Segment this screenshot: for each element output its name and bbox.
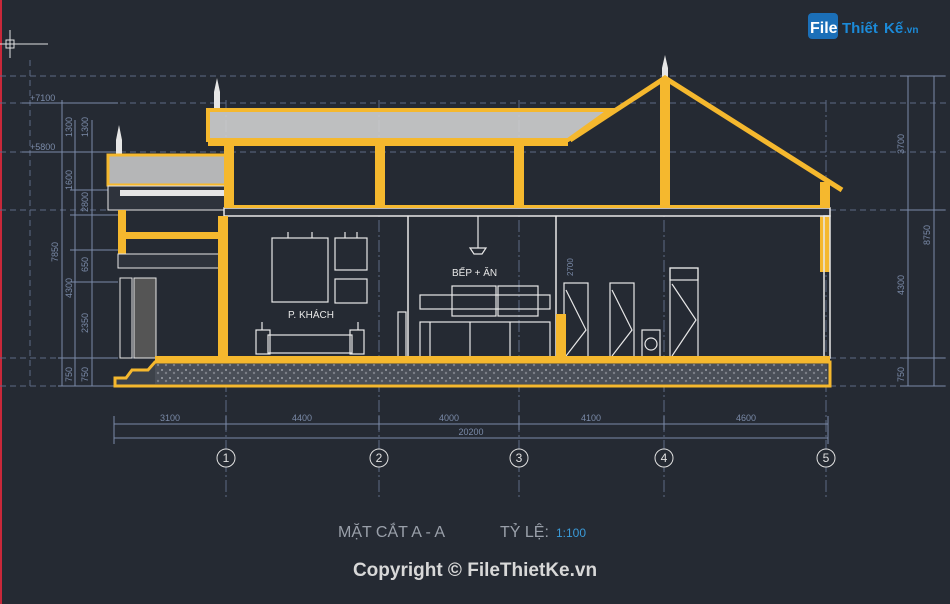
svg-text:4: 4 [661,451,668,465]
section-drawing: +7100 +5800 1300 1300 1600 2800 7850 650… [0,0,950,604]
brand-logo: File Thiết Kế .vn [806,10,924,44]
svg-text:1300: 1300 [80,117,90,137]
svg-text:1: 1 [223,451,230,465]
svg-text:2350: 2350 [80,313,90,333]
svg-text:3: 3 [516,451,523,465]
axis-bubble-2: 2 [369,448,389,468]
svg-text:8750: 8750 [922,225,932,245]
axis-bubble-5: 5 [816,448,836,468]
ceiling-beam [223,207,831,217]
scale-label: TỶ LỆ: [500,522,549,541]
svg-text:Thiết: Thiết [842,20,878,37]
svg-text:Kế: Kế [884,20,904,37]
svg-text:4100: 4100 [581,413,601,423]
svg-text:2: 2 [376,451,383,465]
svg-text:5: 5 [823,451,830,465]
svg-text:7850: 7850 [50,242,60,262]
svg-text:3100: 3100 [160,413,180,423]
scale-value: 1:100 [556,526,586,540]
axis-bubble-3: 3 [509,448,529,468]
svg-text:3700: 3700 [896,134,906,154]
svg-text:1600: 1600 [64,170,74,190]
svg-text:+5800: +5800 [30,142,55,152]
kitchen-label: BẾP + ĂN [452,266,497,279]
svg-text:4300: 4300 [64,278,74,298]
svg-text:750: 750 [80,367,90,382]
svg-text:4000: 4000 [439,413,459,423]
svg-text:4300: 4300 [896,275,906,295]
axis-bubble-4: 4 [654,448,674,468]
main-roof [206,108,617,146]
svg-text:4600: 4600 [736,413,756,423]
axis-bubble-1: 1 [216,448,236,468]
svg-text:.vn: .vn [904,25,918,36]
svg-text:750: 750 [896,367,906,382]
kitchen-height-label: 2700 [566,258,575,276]
svg-text:650: 650 [80,257,90,272]
copyright-notice: Copyright © FileThietKe.vn [352,560,598,581]
porch-roof [106,153,228,211]
living-room-label: P. KHÁCH [288,308,334,321]
svg-text:20200: 20200 [458,427,483,437]
section-title: MẶT CẮT A - A [338,522,445,541]
svg-text:750: 750 [64,367,74,382]
stair-rail [556,314,566,358]
svg-text:2800: 2800 [80,192,90,212]
svg-text:4400: 4400 [292,413,312,423]
svg-text:1300: 1300 [64,117,74,137]
floor-slab [113,356,832,388]
svg-text:+7100: +7100 [30,93,55,103]
svg-text:File: File [810,20,838,37]
